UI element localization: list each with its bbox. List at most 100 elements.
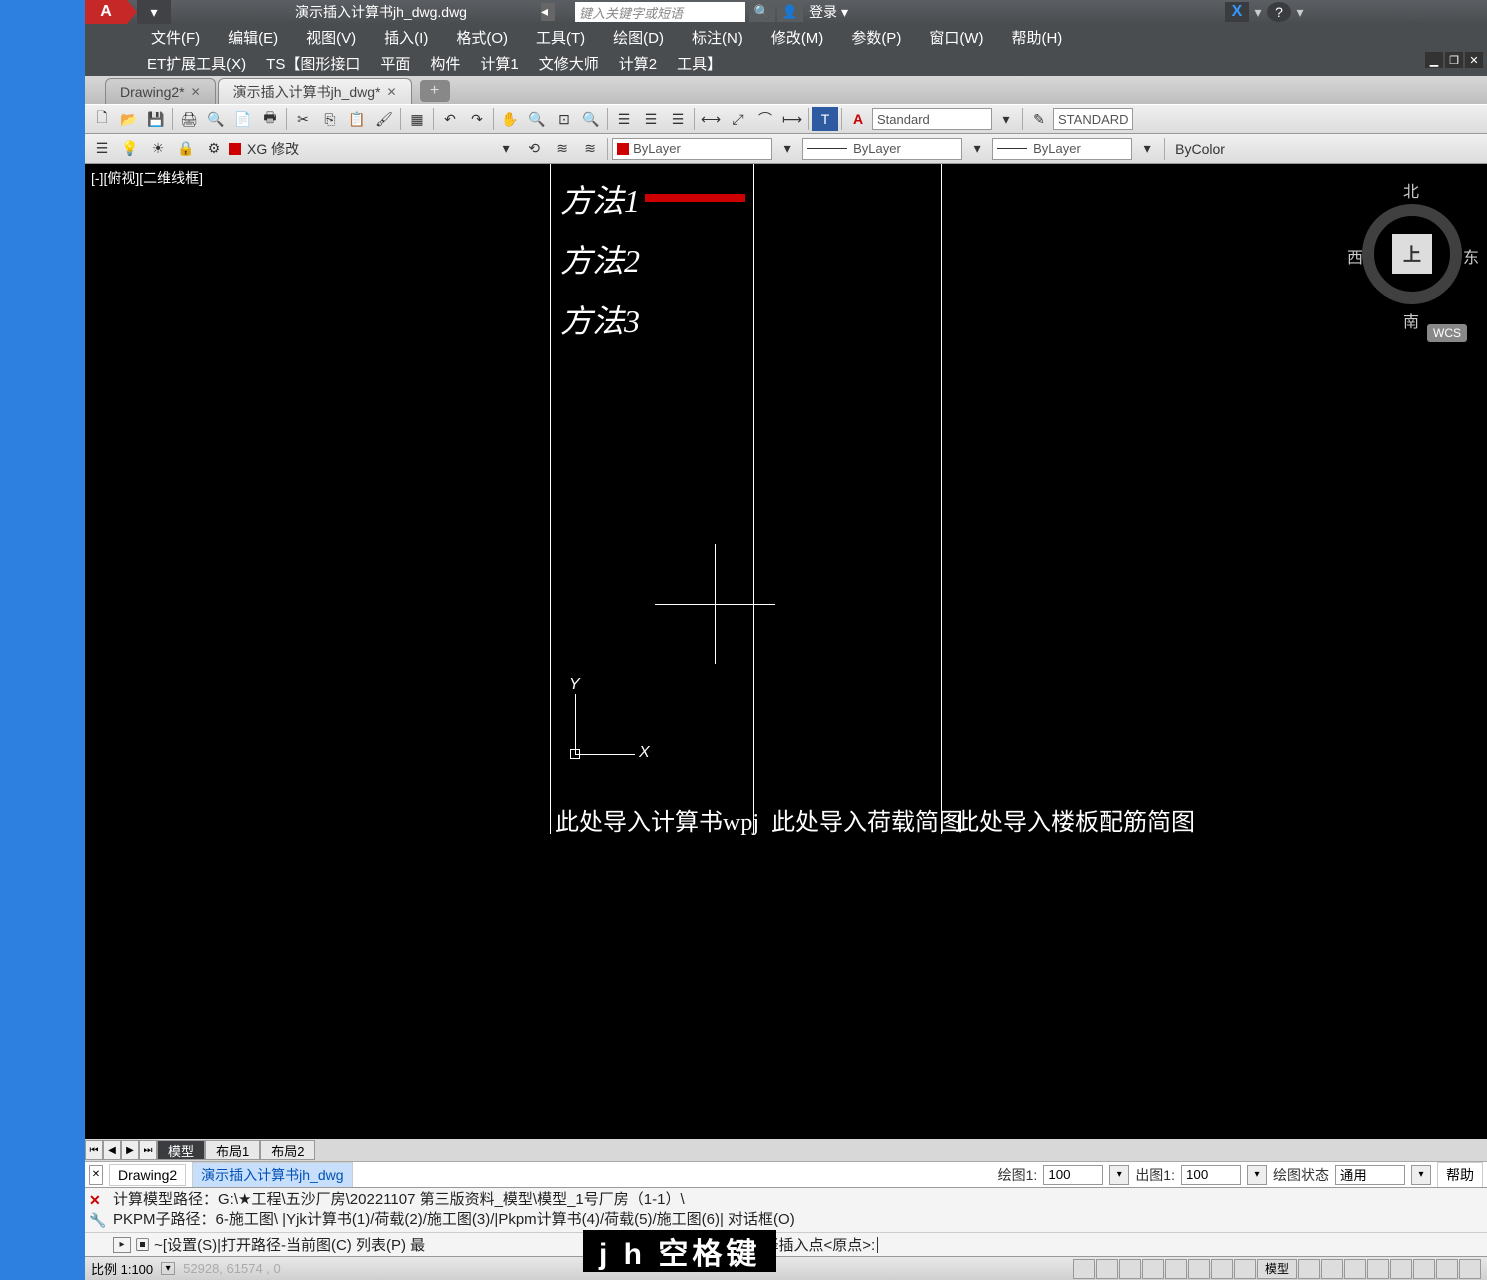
status-toggle-1[interactable] bbox=[1298, 1259, 1320, 1279]
cut-icon[interactable]: ✂ bbox=[290, 107, 316, 131]
viewcube-east[interactable]: 东 bbox=[1463, 244, 1479, 268]
text-style-a-icon[interactable]: A bbox=[845, 107, 871, 131]
status-toggle-3[interactable] bbox=[1344, 1259, 1366, 1279]
snap-toggle[interactable] bbox=[1073, 1259, 1095, 1279]
status-toggle-7[interactable] bbox=[1436, 1259, 1458, 1279]
menu-window[interactable]: 窗口(W) bbox=[915, 27, 997, 48]
open-icon[interactable]: 📂 bbox=[116, 107, 142, 131]
exchange-dropdown[interactable]: ▾ bbox=[1251, 4, 1265, 21]
status-toggle-4[interactable] bbox=[1367, 1259, 1389, 1279]
print-icon[interactable]: 🖨 bbox=[176, 107, 202, 131]
menu-et-tools[interactable]: ET扩展工具(X) bbox=[137, 53, 256, 74]
lwt-toggle[interactable] bbox=[1234, 1259, 1256, 1279]
help-icon[interactable]: ? bbox=[1267, 2, 1291, 22]
chevron-down-icon[interactable]: ▾ bbox=[1134, 137, 1160, 161]
window-minimize[interactable]: — bbox=[1349, 0, 1395, 24]
layout-nav-next[interactable]: ▶ bbox=[121, 1140, 139, 1160]
menu-plane[interactable]: 平面 bbox=[370, 53, 420, 74]
menu-tools[interactable]: 工具(T) bbox=[522, 27, 599, 48]
zoom-window-icon[interactable]: ⊡ bbox=[551, 107, 577, 131]
out1-input[interactable] bbox=[1181, 1165, 1241, 1185]
dim-continue-icon[interactable]: ⟼ bbox=[779, 107, 805, 131]
close-icon[interactable]: ✕ bbox=[191, 85, 201, 99]
menu-edit[interactable]: 编辑(E) bbox=[214, 27, 292, 48]
help-button[interactable]: 帮助 bbox=[1437, 1162, 1483, 1188]
help-dropdown[interactable]: ▾ bbox=[1293, 4, 1307, 21]
wcs-badge[interactable]: WCS bbox=[1427, 324, 1467, 342]
paste-icon[interactable]: 📋 bbox=[344, 107, 370, 131]
user-icon[interactable]: 👤 bbox=[777, 2, 803, 22]
block-icon[interactable]: ▦ bbox=[404, 107, 430, 131]
close-panel-icon[interactable]: ✕ bbox=[89, 1165, 103, 1185]
menu-member[interactable]: 构件 bbox=[420, 53, 470, 74]
menu-help[interactable]: 帮助(H) bbox=[997, 27, 1076, 48]
layout-nav-first[interactable]: ⏮ bbox=[85, 1140, 103, 1160]
layer-freeze-icon[interactable]: 💡 bbox=[117, 137, 143, 161]
text-icon[interactable]: T bbox=[812, 107, 838, 131]
view-cube[interactable]: 上 北 南 东 西 bbox=[1347, 174, 1477, 304]
layout-nav-prev[interactable]: ◀ bbox=[103, 1140, 121, 1160]
chevron-down-icon[interactable]: ▾ bbox=[493, 137, 519, 161]
layout-tab-model[interactable]: 模型 bbox=[157, 1140, 205, 1160]
save-icon[interactable]: 💾 bbox=[143, 107, 169, 131]
new-icon[interactable]: 🗋 bbox=[89, 107, 115, 131]
login-dropdown[interactable]: ▾ bbox=[841, 4, 848, 21]
publish-icon[interactable]: 📄 bbox=[230, 107, 256, 131]
viewcube-north[interactable]: 北 bbox=[1403, 178, 1419, 202]
state-select[interactable] bbox=[1335, 1165, 1405, 1185]
window-close[interactable]: ✕ bbox=[1441, 0, 1487, 24]
dim-linear-icon[interactable]: ⟷ bbox=[698, 107, 724, 131]
layer-iso-icon[interactable]: ≋ bbox=[549, 137, 575, 161]
layer-previous-icon[interactable]: ⟲ bbox=[521, 137, 547, 161]
command-input[interactable]: ▸ ▣ ~[设置(S)|打开路径-当前图(C) 列表(P) 最 路径(B) 退出… bbox=[85, 1232, 1487, 1256]
menu-dimension[interactable]: 标注(N) bbox=[678, 27, 757, 48]
dim-arc-icon[interactable]: ⌒ bbox=[752, 107, 778, 131]
layer-walk-icon[interactable]: ≋ bbox=[577, 137, 603, 161]
dim-style-icon[interactable]: ✎ bbox=[1026, 107, 1052, 131]
status-toggle-8[interactable] bbox=[1459, 1259, 1481, 1279]
status-toggle-2[interactable] bbox=[1321, 1259, 1343, 1279]
dim-aligned-icon[interactable]: ⤢ bbox=[725, 107, 751, 131]
layout-nav-last[interactable]: ⏭ bbox=[139, 1140, 157, 1160]
viewcube-west[interactable]: 西 bbox=[1347, 244, 1363, 268]
lineweight-select[interactable]: ByLayer bbox=[992, 138, 1132, 160]
ortho-toggle[interactable] bbox=[1119, 1259, 1141, 1279]
exchange-icon[interactable]: X bbox=[1225, 2, 1249, 22]
qat-dropdown[interactable]: ▾ bbox=[137, 0, 171, 24]
scale-label[interactable]: 比例 1:100 bbox=[91, 1259, 153, 1278]
grid-toggle[interactable] bbox=[1096, 1259, 1118, 1279]
menu-calc1[interactable]: 计算1 bbox=[470, 53, 528, 74]
layer-lock-icon[interactable]: 🔒 bbox=[173, 137, 199, 161]
dyn-toggle[interactable] bbox=[1211, 1259, 1233, 1279]
sheet-set-icon[interactable]: ☰ bbox=[638, 107, 664, 131]
otrack-toggle[interactable] bbox=[1188, 1259, 1210, 1279]
chevron-down-icon[interactable]: ▾ bbox=[774, 137, 800, 161]
status-toggle-5[interactable] bbox=[1390, 1259, 1412, 1279]
match-icon[interactable]: 🖌 bbox=[371, 107, 397, 131]
undo-icon[interactable]: ↶ bbox=[437, 107, 463, 131]
doc-close[interactable]: ✕ bbox=[1465, 52, 1483, 68]
layer-off-icon[interactable]: ☀ bbox=[145, 137, 171, 161]
menu-file[interactable]: 文件(F) bbox=[137, 27, 214, 48]
draw1-input[interactable] bbox=[1043, 1165, 1103, 1185]
pan-icon[interactable]: ✋ bbox=[497, 107, 523, 131]
chevron-down-icon[interactable]: ▾ bbox=[1247, 1165, 1267, 1185]
doc-restore[interactable]: ❐ bbox=[1445, 52, 1463, 68]
preview-icon[interactable]: 🔍 bbox=[203, 107, 229, 131]
doc-tab-drawing2[interactable]: Drawing2* ✕ bbox=[105, 78, 216, 104]
app-logo[interactable]: A bbox=[85, 0, 127, 24]
chevron-down-icon[interactable]: ▾ bbox=[1411, 1165, 1431, 1185]
login-link[interactable]: 登录 bbox=[809, 2, 837, 22]
status-tab-demo[interactable]: 演示插入计算书jh_dwg bbox=[192, 1162, 352, 1188]
menu-modify[interactable]: 修改(M) bbox=[757, 27, 838, 48]
linetype-select[interactable]: ByLayer bbox=[802, 138, 962, 160]
chevron-down-icon[interactable]: ▾ bbox=[993, 107, 1019, 131]
menu-calc2[interactable]: 计算2 bbox=[609, 53, 667, 74]
viewcube-south[interactable]: 南 bbox=[1403, 308, 1419, 332]
osnap-toggle[interactable] bbox=[1165, 1259, 1187, 1279]
color-select[interactable]: ByLayer bbox=[612, 138, 772, 160]
dim-style-select[interactable]: STANDARD bbox=[1053, 108, 1133, 130]
redo-icon[interactable]: ↷ bbox=[464, 107, 490, 131]
menu-format[interactable]: 格式(O) bbox=[442, 27, 522, 48]
text-style-select[interactable]: Standard bbox=[872, 108, 992, 130]
